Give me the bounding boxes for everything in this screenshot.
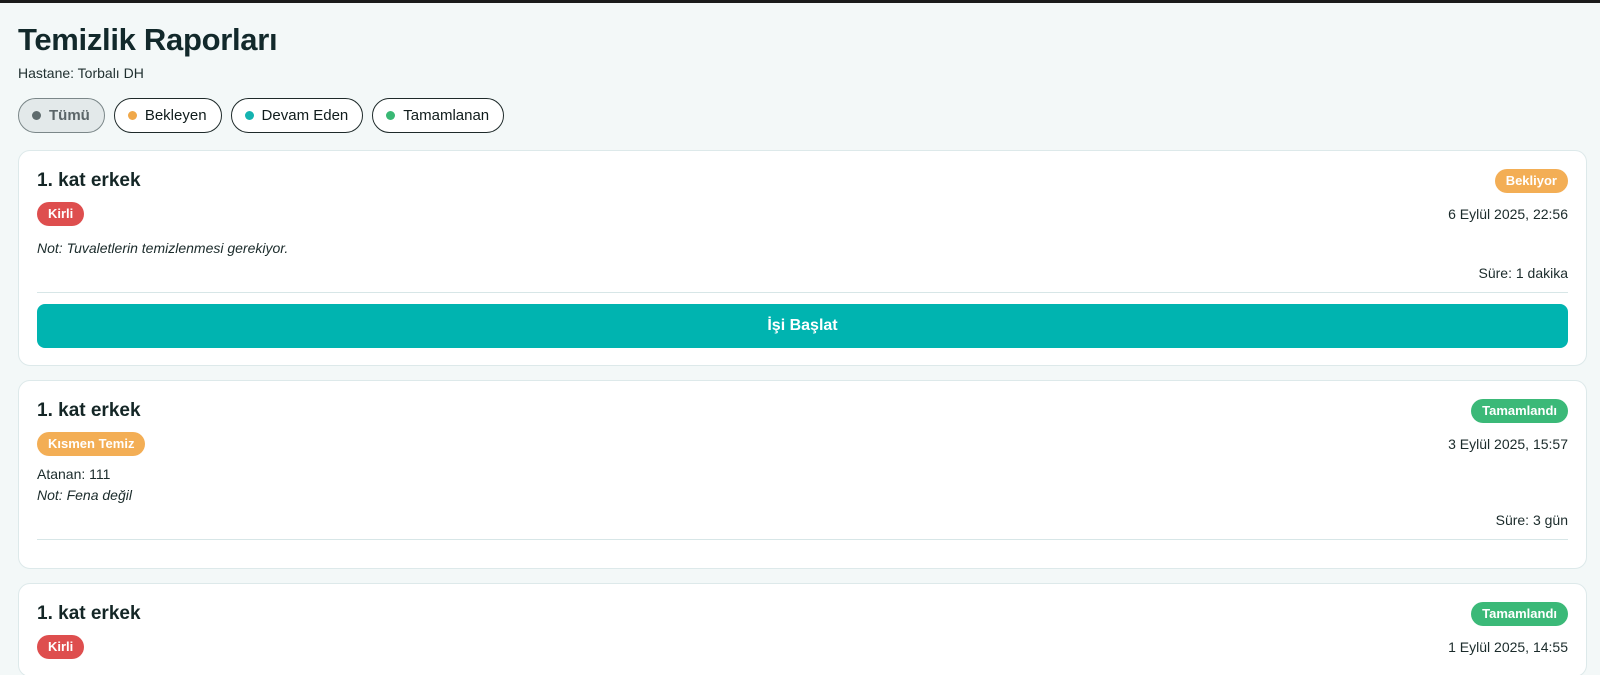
filter-pending-dot-icon bbox=[127, 111, 137, 120]
report-assignee: Atanan: 111 bbox=[37, 466, 111, 482]
filter-pending[interactable]: Bekleyen bbox=[113, 98, 222, 133]
status-badge: Tamamlandı bbox=[1471, 399, 1568, 423]
report-card: 1. kat erkek Tamamlandı Kirli 1 Eylül 20… bbox=[18, 583, 1587, 675]
hospital-label: Hastane: Torbalı DH bbox=[18, 65, 144, 81]
condition-badge: Kirli bbox=[37, 202, 85, 226]
report-location: 1. kat erkek bbox=[37, 603, 141, 624]
filter-pending-label: Bekleyen bbox=[144, 107, 207, 124]
report-duration: Süre: 1 dakika bbox=[1478, 265, 1569, 281]
report-note: Not: Fena değil bbox=[37, 487, 132, 503]
page-title: Temizlik Raporları bbox=[18, 22, 278, 57]
filter-completed[interactable]: Tamamlanan bbox=[372, 98, 505, 133]
filter-all[interactable]: Tümü bbox=[18, 98, 105, 133]
status-filter-bar: Tümü Bekleyen Devam Eden Tamamlanan bbox=[18, 98, 1582, 133]
filter-all-dot-icon bbox=[32, 111, 41, 120]
condition-badge: Kısmen Temiz bbox=[37, 432, 146, 456]
start-job-button[interactable]: İşi Başlat bbox=[37, 304, 1568, 348]
report-note: Not: Tuvaletlerin temizlenmesi gerekiyor… bbox=[37, 240, 289, 256]
card-divider bbox=[37, 539, 1568, 540]
report-date: 3 Eylül 2025, 15:57 bbox=[1448, 436, 1568, 452]
report-location: 1. kat erkek bbox=[37, 170, 141, 191]
report-duration: Süre: 3 gün bbox=[1495, 512, 1568, 528]
filter-in-progress-label: Devam Eden bbox=[261, 107, 349, 124]
filter-all-label: Tümü bbox=[49, 107, 90, 124]
report-date: 6 Eylül 2025, 22:56 bbox=[1448, 206, 1568, 222]
report-location: 1. kat erkek bbox=[37, 400, 141, 421]
status-badge: Tamamlandı bbox=[1471, 602, 1568, 626]
report-list: 1. kat erkek Bekliyor Kirli 6 Eylül 2025… bbox=[18, 150, 1587, 675]
report-date: 1 Eylül 2025, 14:55 bbox=[1448, 639, 1568, 655]
condition-badge: Kirli bbox=[37, 635, 85, 659]
reports-page: Temizlik Raporları Hastane: Torbalı DH T… bbox=[0, 3, 1600, 675]
filter-in-progress[interactable]: Devam Eden bbox=[230, 98, 364, 133]
status-badge: Bekliyor bbox=[1494, 169, 1568, 193]
filter-in-progress-dot-icon bbox=[244, 111, 254, 120]
report-card: 1. kat erkek Bekliyor Kirli 6 Eylül 2025… bbox=[18, 150, 1587, 366]
report-card: 1. kat erkek Tamamlandı Kısmen Temiz 3 E… bbox=[18, 380, 1587, 569]
filter-completed-label: Tamamlanan bbox=[403, 107, 490, 124]
filter-completed-dot-icon bbox=[386, 111, 396, 120]
card-divider bbox=[37, 292, 1568, 293]
